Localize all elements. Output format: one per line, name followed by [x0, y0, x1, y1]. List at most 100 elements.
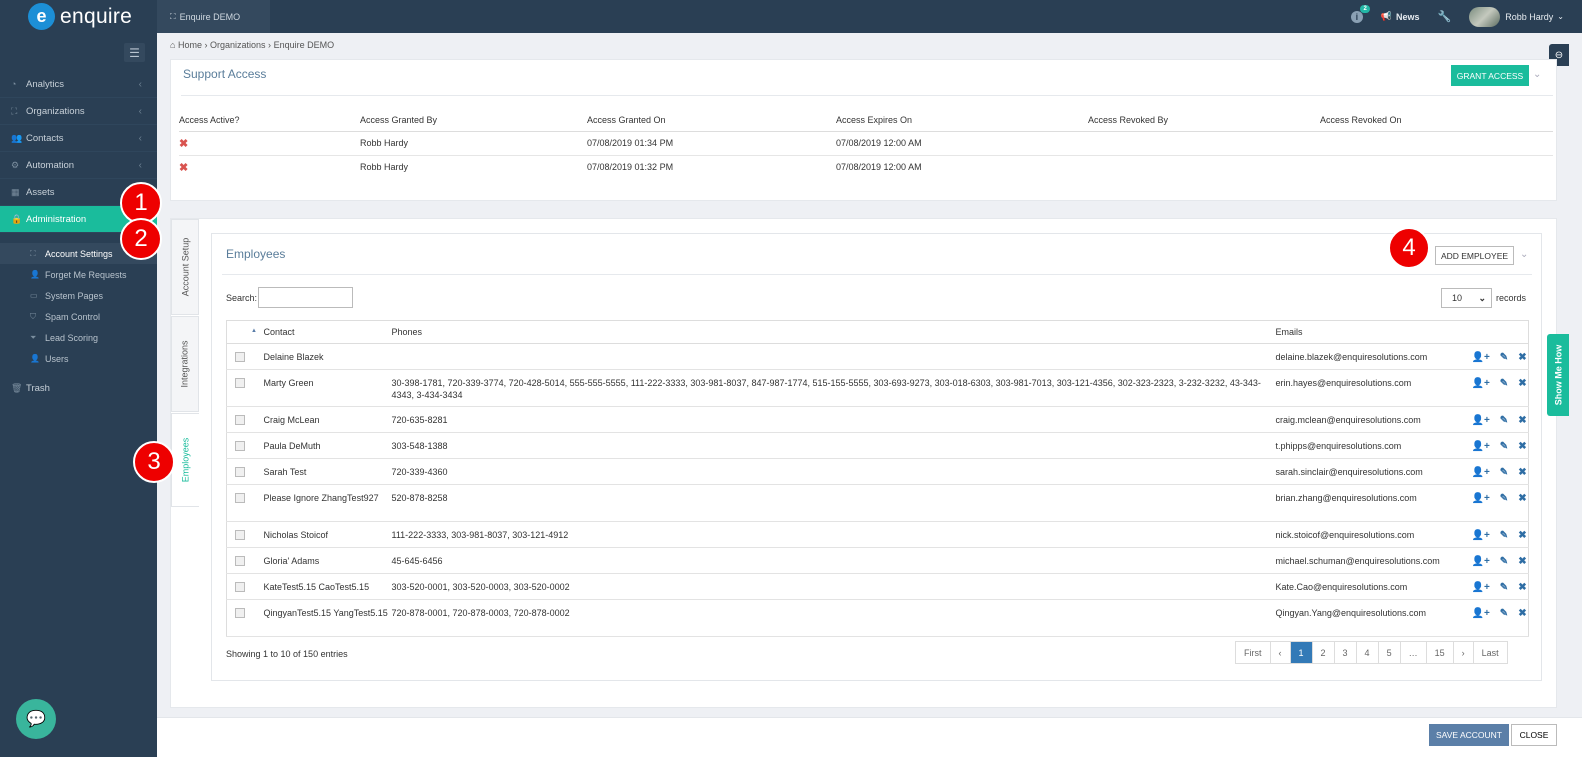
email-cell[interactable]: t.phipps@enquiresolutions.com: [1275, 432, 1462, 459]
row-checkbox[interactable]: [235, 352, 245, 362]
delete-x-icon[interactable]: ✖: [1518, 441, 1526, 453]
user-menu[interactable]: Robb Hardy ⌄: [1469, 6, 1564, 27]
row-checkbox[interactable]: [235, 467, 245, 477]
email-cell[interactable]: erin.hayes@enquiresolutions.com: [1275, 369, 1462, 407]
chevron-down-icon[interactable]: ⌄: [1520, 249, 1528, 260]
breadcrumb-home[interactable]: Home: [178, 40, 202, 50]
contact-cell[interactable]: Nicholas Stoicof: [263, 521, 392, 548]
search-input[interactable]: [258, 287, 353, 308]
sidebar-item-automation[interactable]: ⚙ Automation ‹: [0, 152, 157, 179]
page-button[interactable]: …: [1401, 642, 1427, 663]
close-button[interactable]: CLOSE: [1511, 724, 1557, 746]
email-cell[interactable]: michael.schuman@enquiresolutions.com: [1275, 547, 1462, 574]
edit-pencil-icon[interactable]: ✎: [1500, 467, 1508, 479]
email-cell[interactable]: nick.stoicof@enquiresolutions.com: [1275, 521, 1462, 548]
edit-pencil-icon[interactable]: ✎: [1500, 441, 1508, 453]
sidebar-item-contacts[interactable]: 👥 Contacts ‹: [0, 125, 157, 152]
contact-cell[interactable]: KateTest5.15 CaoTest5.15: [263, 573, 392, 600]
phones-column-header[interactable]: Phones: [391, 320, 1276, 344]
hamburger-icon[interactable]: ☰: [124, 43, 145, 62]
add-employee-button[interactable]: ADD EMPLOYEE: [1435, 246, 1514, 265]
delete-x-icon[interactable]: ✖: [1518, 415, 1526, 427]
row-checkbox[interactable]: [235, 556, 245, 566]
delete-x-icon[interactable]: ✖: [1518, 378, 1526, 390]
contact-cell[interactable]: Please Ignore ZhangTest927: [263, 484, 392, 522]
row-checkbox[interactable]: [235, 530, 245, 540]
org-tab[interactable]: ⛶ Enquire DEMO: [157, 0, 270, 33]
edit-pencil-icon[interactable]: ✎: [1500, 415, 1508, 427]
save-account-button[interactable]: SAVE ACCOUNT: [1429, 724, 1509, 746]
sidebar-item-trash[interactable]: 🗑 Trash: [0, 375, 157, 402]
page-button[interactable]: First: [1236, 642, 1271, 663]
tab-integrations[interactable]: Integrations: [171, 316, 199, 412]
sidebar-item-analytics[interactable]: ◔ Analytics ‹: [0, 71, 157, 98]
page-button[interactable]: 1: [1290, 642, 1313, 663]
delete-x-icon[interactable]: ✖: [1518, 582, 1526, 594]
add-contact-icon[interactable]: 👤+: [1472, 467, 1490, 479]
subnav-users[interactable]: 👤 Users: [0, 348, 157, 369]
edit-pencil-icon[interactable]: ✎: [1500, 378, 1508, 390]
row-checkbox[interactable]: [235, 441, 245, 451]
add-contact-icon[interactable]: 👤+: [1472, 352, 1490, 364]
page-length-select[interactable]: 10 ⌄: [1441, 288, 1492, 308]
wrench-icon[interactable]: 🔧: [1438, 10, 1452, 23]
show-me-how-tab[interactable]: Show Me How: [1547, 334, 1569, 416]
sort-column-header[interactable]: ▲: [226, 320, 264, 344]
email-cell[interactable]: Qingyan.Yang@enquiresolutions.com: [1275, 599, 1462, 637]
page-button[interactable]: 2: [1313, 642, 1335, 663]
delete-x-icon[interactable]: ✖: [1518, 467, 1526, 479]
email-cell[interactable]: Kate.Cao@enquiresolutions.com: [1275, 573, 1462, 600]
add-contact-icon[interactable]: 👤+: [1472, 493, 1490, 505]
delete-x-icon[interactable]: ✖: [1518, 493, 1526, 505]
row-checkbox[interactable]: [235, 415, 245, 425]
page-button[interactable]: 4: [1357, 642, 1379, 663]
add-contact-icon[interactable]: 👤+: [1472, 608, 1490, 620]
row-checkbox[interactable]: [235, 493, 245, 503]
subnav-system-pages[interactable]: ▭ System Pages: [0, 285, 157, 306]
sidebar-item-organizations[interactable]: ⛶ Organizations ‹: [0, 98, 157, 125]
page-button[interactable]: ›: [1454, 642, 1474, 663]
email-cell[interactable]: brian.zhang@enquiresolutions.com: [1275, 484, 1462, 522]
page-button[interactable]: 15: [1427, 642, 1454, 663]
info-icon[interactable]: i 2: [1350, 4, 1370, 23]
email-cell[interactable]: craig.mclean@enquiresolutions.com: [1275, 406, 1462, 433]
add-contact-icon[interactable]: 👤+: [1472, 530, 1490, 542]
page-button[interactable]: ‹: [1271, 642, 1291, 663]
add-contact-icon[interactable]: 👤+: [1472, 441, 1490, 453]
tab-employees[interactable]: Employees: [171, 413, 199, 507]
breadcrumb-organizations[interactable]: Organizations: [210, 40, 266, 50]
edit-pencil-icon[interactable]: ✎: [1500, 582, 1508, 594]
delete-x-icon[interactable]: ✖: [1518, 608, 1526, 620]
contact-cell[interactable]: Gloria' Adams: [263, 547, 392, 574]
email-cell[interactable]: delaine.blazek@enquiresolutions.com: [1275, 343, 1462, 370]
page-button[interactable]: Last: [1474, 642, 1507, 663]
add-contact-icon[interactable]: 👤+: [1472, 582, 1490, 594]
edit-pencil-icon[interactable]: ✎: [1500, 352, 1508, 364]
contact-cell[interactable]: Craig McLean: [263, 406, 392, 433]
delete-x-icon[interactable]: ✖: [1518, 352, 1526, 364]
tab-account-setup[interactable]: Account Setup: [171, 219, 199, 315]
contact-cell[interactable]: Sarah Test: [263, 458, 392, 485]
edit-pencil-icon[interactable]: ✎: [1500, 530, 1508, 542]
page-button[interactable]: 3: [1335, 642, 1357, 663]
contact-cell[interactable]: QingyanTest5.15 YangTest5.15: [263, 599, 392, 637]
news-link[interactable]: 📢 News: [1381, 11, 1420, 22]
logo[interactable]: e enquire: [0, 0, 157, 33]
subnav-spam-control[interactable]: ⛉ Spam Control: [0, 306, 157, 327]
edit-pencil-icon[interactable]: ✎: [1500, 556, 1508, 568]
edit-pencil-icon[interactable]: ✎: [1500, 608, 1508, 620]
chat-bubble-icon[interactable]: 💬: [16, 699, 56, 739]
row-checkbox[interactable]: [235, 582, 245, 592]
row-checkbox[interactable]: [235, 608, 245, 618]
grant-access-button[interactable]: GRANT ACCESS: [1451, 65, 1529, 86]
chevron-down-icon[interactable]: ⌄: [1533, 69, 1541, 80]
delete-x-icon[interactable]: ✖: [1518, 556, 1526, 568]
row-checkbox[interactable]: [235, 378, 245, 388]
add-contact-icon[interactable]: 👤+: [1472, 378, 1490, 390]
email-cell[interactable]: sarah.sinclair@enquiresolutions.com: [1275, 458, 1462, 485]
emails-column-header[interactable]: Emails: [1275, 320, 1462, 344]
subnav-forget-me-requests[interactable]: 👤 Forget Me Requests: [0, 264, 157, 285]
subnav-lead-scoring[interactable]: ⏷ Lead Scoring: [0, 327, 157, 348]
contact-cell[interactable]: Paula DeMuth: [263, 432, 392, 459]
contact-column-header[interactable]: Contact: [263, 320, 392, 344]
